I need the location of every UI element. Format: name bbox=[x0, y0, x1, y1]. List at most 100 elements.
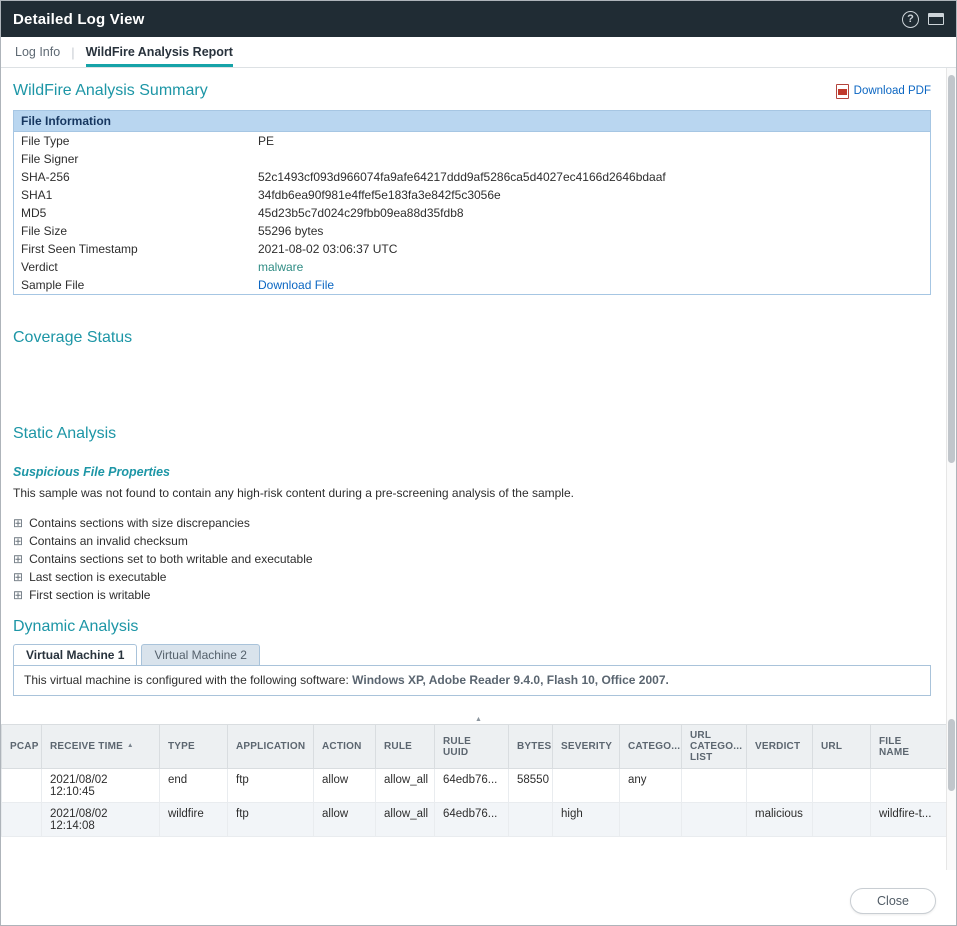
file-info-value: Download File bbox=[258, 278, 923, 292]
suspicious-property-label: Contains sections set to both writable a… bbox=[29, 552, 313, 566]
tab-wildfire-analysis-report[interactable]: WildFire Analysis Report bbox=[86, 37, 233, 67]
vm-tab-2[interactable]: Virtual Machine 2 bbox=[141, 644, 260, 665]
log-cell[interactable]: 58550 bbox=[509, 769, 553, 803]
log-cell[interactable] bbox=[2, 803, 42, 837]
log-cell[interactable]: ftp bbox=[228, 803, 314, 837]
log-cell[interactable] bbox=[682, 803, 747, 837]
log-cell[interactable]: allow_all bbox=[376, 769, 435, 803]
log-column-header[interactable]: URL bbox=[813, 725, 871, 769]
tab-log-info[interactable]: Log Info bbox=[15, 37, 60, 67]
file-info-value: malware bbox=[258, 260, 923, 274]
dynamic-analysis-heading: Dynamic Analysis bbox=[13, 618, 931, 636]
log-column-header[interactable]: RECEIVE TIME▲ bbox=[42, 725, 160, 769]
suspicious-properties-list: ⊞ Contains sections with size discrepanci… bbox=[13, 514, 931, 604]
log-cell[interactable] bbox=[871, 769, 949, 803]
help-icon[interactable]: ? bbox=[902, 11, 919, 28]
log-entries-table: PCAPRECEIVE TIME▲TYPEAPPLICATIONACTIONRU… bbox=[1, 724, 949, 837]
expand-icon[interactable]: ⊞ bbox=[13, 571, 23, 583]
log-cell[interactable] bbox=[682, 769, 747, 803]
file-info-value: 52c1493cf093d966074fa9afe64217ddd9af5286… bbox=[258, 170, 923, 184]
log-cell[interactable]: allow bbox=[314, 803, 376, 837]
virtual-machine-tabs: Virtual Machine 1Virtual Machine 2 bbox=[13, 644, 931, 665]
dialog-title: Detailed Log View bbox=[13, 11, 145, 28]
expand-icon[interactable]: ⊞ bbox=[13, 517, 23, 529]
wildfire-summary-heading: WildFire Analysis Summary bbox=[13, 82, 208, 100]
log-column-header[interactable]: BYTES bbox=[509, 725, 553, 769]
log-cell[interactable]: any bbox=[620, 769, 682, 803]
log-cell[interactable]: 2021/08/02 12:10:45 bbox=[42, 769, 160, 803]
log-cell[interactable]: ftp bbox=[228, 769, 314, 803]
download-pdf-link[interactable]: Download PDF bbox=[836, 84, 931, 99]
vm-description-prefix: This virtual machine is configured with … bbox=[24, 673, 352, 687]
log-column-header[interactable]: PCAP bbox=[2, 725, 42, 769]
detailed-log-view-dialog: Detailed Log View ? Log Info | WildFire … bbox=[0, 0, 957, 926]
log-cell[interactable]: 64edb76... bbox=[435, 769, 509, 803]
file-info-label: MD5 bbox=[21, 206, 258, 220]
suspicious-property-item[interactable]: ⊞ Contains sections set to both writable … bbox=[13, 550, 931, 568]
vm-tab-1[interactable]: Virtual Machine 1 bbox=[13, 644, 137, 665]
log-cell[interactable]: 2021/08/02 12:14:08 bbox=[42, 803, 160, 837]
log-row[interactable]: 2021/08/02 12:14:08wildfireftpallowallow… bbox=[2, 803, 949, 837]
file-info-label: File Size bbox=[21, 224, 258, 238]
log-column-header[interactable]: RULE bbox=[376, 725, 435, 769]
log-cell[interactable]: malicious bbox=[747, 803, 813, 837]
log-cell[interactable]: allow_all bbox=[376, 803, 435, 837]
log-column-header[interactable]: TYPE bbox=[160, 725, 228, 769]
tab-separator: | bbox=[71, 45, 74, 60]
file-info-label: File Signer bbox=[21, 152, 258, 166]
log-column-header[interactable]: URL CATEGO... LIST bbox=[682, 725, 747, 769]
log-cell[interactable] bbox=[813, 769, 871, 803]
log-row[interactable]: 2021/08/02 12:10:45endftpallowallow_all6… bbox=[2, 769, 949, 803]
log-column-header[interactable]: SEVERITY bbox=[553, 725, 620, 769]
log-column-header[interactable]: RULE UUID bbox=[435, 725, 509, 769]
dialog-tabbar: Log Info | WildFire Analysis Report bbox=[1, 37, 956, 68]
log-column-header[interactable]: ACTION bbox=[314, 725, 376, 769]
log-cell[interactable] bbox=[813, 803, 871, 837]
close-button[interactable]: Close bbox=[850, 888, 936, 914]
log-column-header[interactable]: APPLICATION bbox=[228, 725, 314, 769]
download-file-link[interactable]: Download File bbox=[258, 278, 334, 292]
log-table-scrollbar-thumb[interactable] bbox=[948, 719, 955, 791]
log-cell[interactable]: wildfire bbox=[160, 803, 228, 837]
log-cell[interactable] bbox=[553, 769, 620, 803]
log-column-header[interactable]: CATEGO... bbox=[620, 725, 682, 769]
pdf-icon bbox=[836, 84, 849, 99]
log-column-header[interactable]: FILE NAME bbox=[871, 725, 949, 769]
window-icon[interactable] bbox=[928, 13, 944, 25]
file-info-row: Verdictmalware bbox=[14, 258, 930, 276]
log-cell[interactable]: wildfire-t... bbox=[871, 803, 949, 837]
log-cell[interactable]: high bbox=[553, 803, 620, 837]
vm-software-list: Windows XP, Adobe Reader 9.4.0, Flash 10… bbox=[352, 673, 669, 687]
log-cell[interactable] bbox=[747, 769, 813, 803]
log-table-scrollbar[interactable] bbox=[946, 715, 956, 870]
log-cell[interactable] bbox=[2, 769, 42, 803]
panel-splitter[interactable]: ▲ bbox=[1, 715, 956, 724]
expand-icon[interactable]: ⊞ bbox=[13, 535, 23, 547]
coverage-status-heading: Coverage Status bbox=[13, 329, 931, 347]
log-cell[interactable]: end bbox=[160, 769, 228, 803]
suspicious-property-item[interactable]: ⊞ Contains sections with size discrepanci… bbox=[13, 514, 931, 532]
report-scrollbar[interactable] bbox=[946, 68, 956, 715]
log-cell[interactable] bbox=[509, 803, 553, 837]
log-cell[interactable]: 64edb76... bbox=[435, 803, 509, 837]
suspicious-property-label: Contains sections with size discrepancie… bbox=[29, 516, 250, 530]
suspicious-property-label: Contains an invalid checksum bbox=[29, 534, 188, 548]
dialog-footer: Close bbox=[1, 870, 956, 925]
file-info-row: MD545d23b5c7d024c29fbb09ea88d35fdb8 bbox=[14, 204, 930, 222]
file-info-label: SHA1 bbox=[21, 188, 258, 202]
file-info-value: 55296 bytes bbox=[258, 224, 923, 238]
log-column-header[interactable]: VERDICT bbox=[747, 725, 813, 769]
suspicious-property-label: Last section is executable bbox=[29, 570, 166, 584]
suspicious-property-item[interactable]: ⊞ Contains an invalid checksum bbox=[13, 532, 931, 550]
log-cell[interactable]: allow bbox=[314, 769, 376, 803]
log-cell[interactable] bbox=[620, 803, 682, 837]
report-scrollbar-thumb[interactable] bbox=[948, 75, 955, 463]
virtual-machine-info-box: This virtual machine is configured with … bbox=[13, 665, 931, 696]
suspicious-property-item[interactable]: ⊞ Last section is executable bbox=[13, 568, 931, 586]
collapse-arrow-icon[interactable]: ▲ bbox=[475, 715, 482, 724]
expand-icon[interactable]: ⊞ bbox=[13, 589, 23, 601]
expand-icon[interactable]: ⊞ bbox=[13, 553, 23, 565]
wildfire-report-area: WildFire Analysis Summary Download PDF F… bbox=[1, 68, 956, 715]
suspicious-property-item[interactable]: ⊞First section is writable bbox=[13, 586, 931, 604]
static-analysis-heading: Static Analysis bbox=[13, 425, 931, 443]
